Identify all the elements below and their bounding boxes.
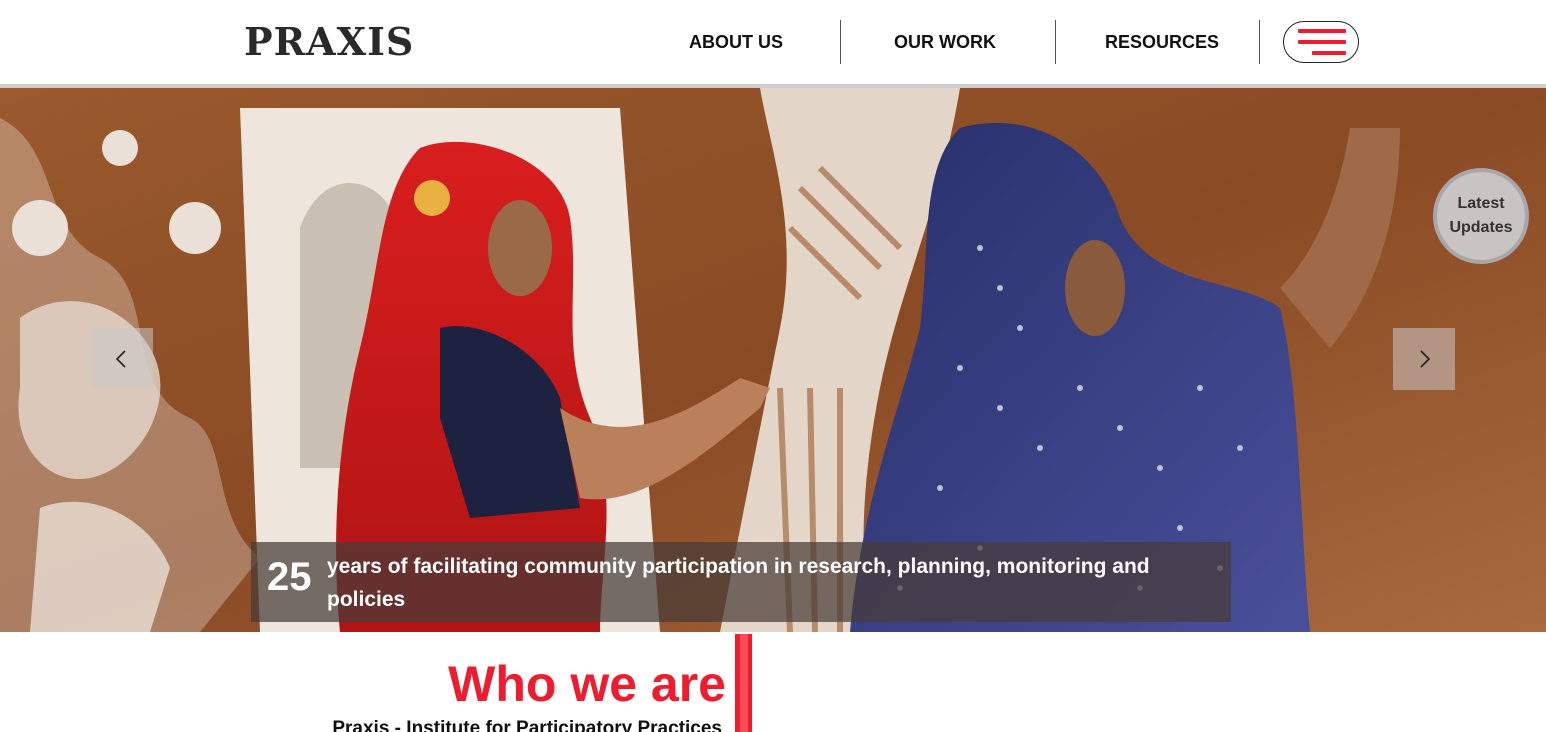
nav-divider bbox=[1259, 20, 1260, 64]
latest-updates-button[interactable]: Latest Updates bbox=[1433, 168, 1529, 264]
latest-updates-label-line1: Latest bbox=[1457, 195, 1505, 212]
menu-button[interactable] bbox=[1283, 21, 1359, 63]
chevron-right-icon bbox=[1420, 350, 1431, 368]
caption-years-number: 25 bbox=[267, 555, 312, 599]
nav-divider bbox=[1055, 20, 1056, 64]
who-we-are-subtitle: Praxis - Institute for Participatory Pra… bbox=[332, 718, 722, 732]
praxis-logo[interactable]: PRAXIS bbox=[244, 20, 414, 64]
nav-about-us[interactable]: ABOUT US bbox=[689, 30, 783, 54]
hero-slider: Latest Updates 25 years of facilitating … bbox=[0, 88, 1546, 632]
caption-text: years of facilitating community particip… bbox=[327, 555, 1150, 611]
who-we-are-heading: Who we are bbox=[448, 656, 726, 712]
latest-updates-label-line2: Updates bbox=[1449, 219, 1513, 236]
nav-our-work[interactable]: OUR WORK bbox=[894, 30, 996, 54]
chevron-left-icon bbox=[115, 350, 126, 368]
slider-next-button[interactable] bbox=[1393, 328, 1455, 390]
accent-bar-highlight bbox=[740, 634, 748, 732]
hero-caption: 25 years of facilitating community parti… bbox=[251, 542, 1231, 622]
site-header: PRAXIS ABOUT US OUR WORK RESOURCES bbox=[0, 0, 1546, 84]
slider-prev-button[interactable] bbox=[91, 328, 153, 390]
nav-resources[interactable]: RESOURCES bbox=[1105, 30, 1219, 54]
nav-divider bbox=[840, 20, 841, 64]
